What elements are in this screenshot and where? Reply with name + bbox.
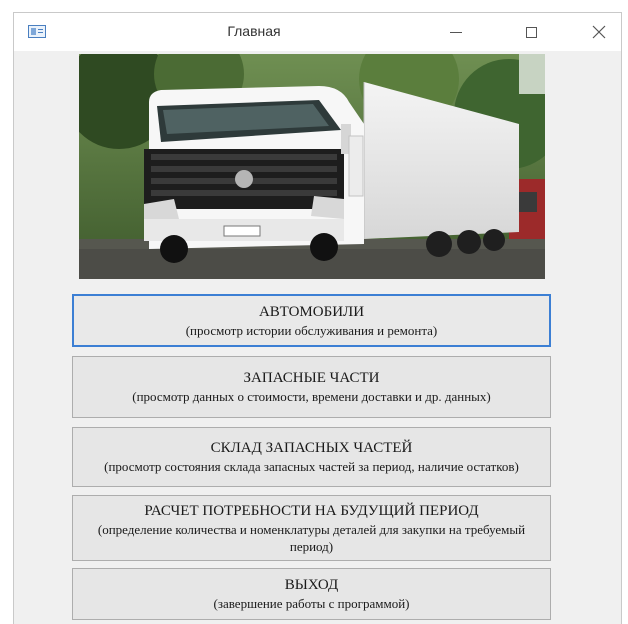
main-window: Главная АВТОМОБИЛИ (просмотр истории обс… [13, 12, 622, 624]
parts-warehouse-button[interactable]: СКЛАД ЗАПАСНЫХ ЧАСТЕЙ (просмотр состояни… [72, 427, 551, 487]
close-button[interactable] [577, 18, 621, 46]
parts-warehouse-button-title: СКЛАД ЗАПАСНЫХ ЧАСТЕЙ [210, 440, 413, 456]
exit-button-title: ВЫХОД [284, 577, 339, 593]
spare-parts-button-title: ЗАПАСНЫЕ ЧАСТИ [243, 370, 380, 386]
cars-button-title: АВТОМОБИЛИ [258, 303, 365, 320]
close-icon [592, 25, 606, 39]
spare-parts-button-subtitle: (просмотр данных о стоимости, времени до… [132, 389, 491, 404]
cars-button[interactable]: АВТОМОБИЛИ (просмотр истории обслуживани… [72, 294, 551, 347]
truck-photo [79, 54, 545, 279]
truck-image [79, 54, 545, 279]
maximize-icon [525, 26, 537, 38]
spare-parts-button[interactable]: ЗАПАСНЫЕ ЧАСТИ (просмотр данных о стоимо… [72, 356, 551, 418]
parts-warehouse-button-subtitle: (просмотр состояния склада запасных част… [104, 459, 519, 474]
cars-button-subtitle: (просмотр истории обслуживания и ремонта… [185, 322, 438, 338]
exit-button-subtitle: (завершение работы с программой) [213, 596, 410, 611]
future-demand-button-title: РАСЧЕТ ПОТРЕБНОСТИ НА БУДУЩИЙ ПЕРИОД [144, 502, 479, 519]
window-title: Главная [227, 23, 281, 39]
maximize-button[interactable] [509, 18, 553, 46]
future-demand-button-subtitle: (определение количества и номенклатуры д… [97, 521, 526, 554]
title-bar[interactable]: Главная [14, 13, 621, 51]
future-demand-button[interactable]: РАСЧЕТ ПОТРЕБНОСТИ НА БУДУЩИЙ ПЕРИОД (оп… [72, 495, 551, 561]
minimize-button[interactable] [434, 18, 478, 46]
exit-button[interactable]: ВЫХОД (завершение работы с программой) [72, 568, 551, 620]
access-form-icon[interactable] [28, 25, 46, 38]
minimize-icon [450, 31, 462, 33]
